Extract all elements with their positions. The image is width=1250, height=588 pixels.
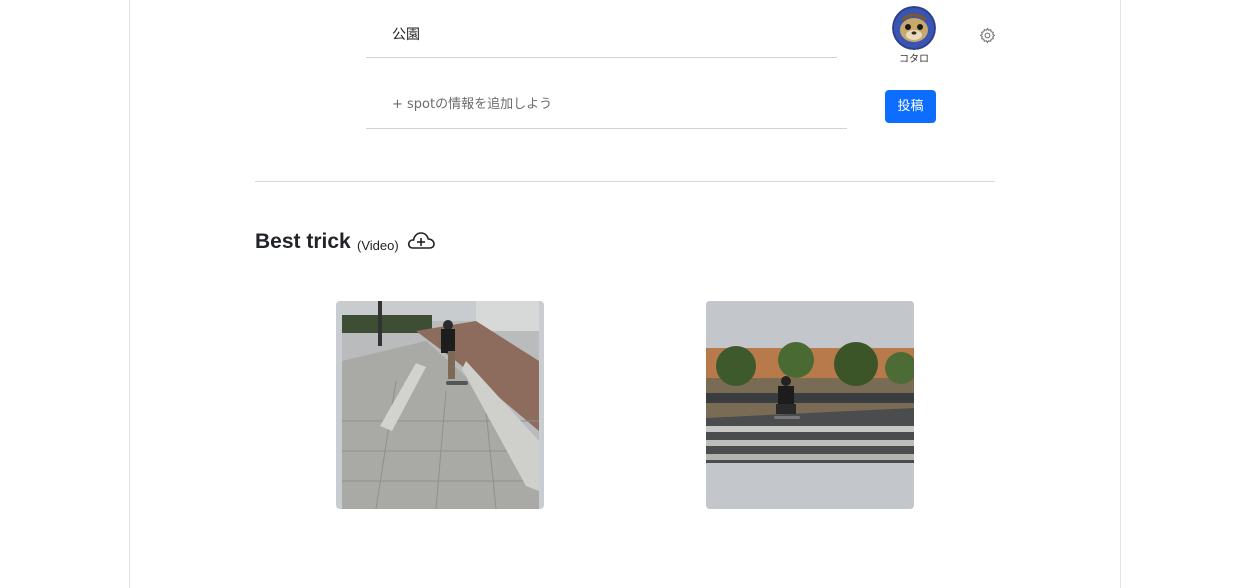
spot-name-field: 公園 bbox=[366, 14, 837, 58]
cloud-plus-icon[interactable] bbox=[406, 230, 436, 252]
spot-name-text: 公園 bbox=[392, 27, 420, 43]
section-divider bbox=[255, 181, 995, 182]
gear-icon[interactable] bbox=[979, 27, 996, 44]
spot-info-input[interactable] bbox=[392, 92, 832, 116]
best-trick-title: Best trick bbox=[255, 230, 351, 253]
spot-info-field[interactable] bbox=[366, 86, 847, 129]
post-button[interactable]: 投稿 bbox=[885, 90, 936, 123]
avatar[interactable] bbox=[892, 6, 936, 50]
avatar-username: コタロ bbox=[899, 54, 929, 65]
best-trick-subtitle: (Video) bbox=[357, 238, 399, 253]
video-thumbnail[interactable] bbox=[706, 301, 914, 509]
video-thumbnail[interactable] bbox=[336, 301, 544, 509]
